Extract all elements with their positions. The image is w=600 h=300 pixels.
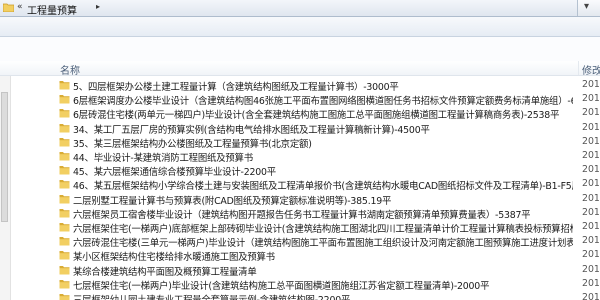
file-modified-date: 2016 [582, 221, 600, 232]
list-item[interactable]: 35、某三层框架结构办公楼图纸及工程量预算书(北京定额) 2016 [0, 135, 600, 150]
folder-icon [59, 109, 70, 118]
file-modified-date: 2016 [582, 235, 600, 247]
breadcrumb-path[interactable]: 工程量预算 [27, 2, 77, 17]
list-item[interactable]: 6层框架调度办公楼毕业设计（含建筑结构图46张施工平面布置图网络图横道图任务书招… [0, 92, 600, 107]
folder-icon [59, 123, 70, 133]
chevron-down-icon: ▾ [584, 1, 590, 12]
file-modified-date: 2016 [582, 93, 600, 105]
address-dropdown-button[interactable]: ▾ [577, 0, 600, 16]
column-header-row: 名称 修改日期 [0, 61, 600, 77]
folder-icon [59, 152, 70, 161]
file-modified-date: 2016 [582, 292, 600, 300]
list-item[interactable]: 某综合楼建筑结构平面图及概预算工程量清单 2016 [0, 263, 600, 278]
folder-icon [59, 95, 70, 104]
file-name: 六层砖混住宅楼(三单元一梯两户)毕业设计（建筑结构图施工平面布置图施工组织设计及… [73, 238, 573, 250]
file-name: 某小区框架结构住宅楼给排水暖通施工图及预算书 [73, 252, 275, 264]
folder-icon [3, 3, 14, 12]
folder-icon [59, 237, 70, 246]
folder-icon [59, 194, 70, 204]
folder-icon [59, 279, 70, 289]
folder-icon [59, 81, 70, 90]
list-item[interactable]: 六层框架员工宿舍楼毕业设计（建筑结构图开题报告任务书工程量计算书湖南定额预算清单… [0, 206, 600, 221]
folder-icon [59, 223, 70, 232]
folder-icon [59, 166, 70, 175]
folder-icon [59, 265, 70, 275]
file-name: 44、毕业设计-某建筑消防工程图纸及预算书 [73, 153, 253, 164]
file-modified-date: 2016 [582, 206, 600, 218]
file-modified-date: 2016 [582, 107, 600, 119]
file-name: 六层框架住宅(一梯两户)底部框架上部砖砌毕业设计(含建筑结构施工图湖北四川工程量… [73, 224, 573, 235]
address-bar[interactable]: « 工程量预算 ▸ ▾ [0, 0, 600, 17]
list-item[interactable]: 6层砖混住宅楼(两单元一梯四户)毕业设计(含全套建筑结构施工图施工总平面图施组横… [0, 106, 600, 121]
toolbar-spacer [0, 37, 600, 61]
folder-icon [59, 294, 70, 300]
file-modified-date: 2016 [582, 150, 600, 161]
file-modified-date: 2016 [582, 79, 600, 90]
file-modified-date: 2016 [582, 249, 600, 261]
folder-icon [59, 251, 70, 260]
command-toolbar [0, 17, 600, 37]
folder-icon [59, 137, 70, 147]
list-item[interactable]: 44、毕业设计-某建筑消防工程图纸及预算书 2016 [0, 149, 600, 164]
file-name: 二层别墅工程量计算书与预算表(附CAD图纸及预算定额标准说明等)-385.19平 [73, 195, 392, 207]
column-header-modified[interactable]: 修改日期 [582, 62, 600, 77]
file-name: 七层框架住宅(一梯两户)毕业设计(含建筑结构施工总平面图横道图施组江苏省定额工程… [73, 280, 490, 292]
file-name: 34、某工厂五层厂房的预算实例(含结构电气给排水图纸及工程量计算稿新计算)-45… [73, 124, 430, 136]
file-name: 6层框架调度办公楼毕业设计（含建筑结构图46张施工平面布置图网络图横道图任务书招… [73, 96, 573, 108]
file-name: 35、某三层框架结构办公楼图纸及工程量预算书(北京定额) [73, 138, 312, 150]
list-item[interactable]: 六层砖混住宅楼(三单元一梯两户)毕业设计（建筑结构图施工平面布置图施工组织设计及… [0, 234, 600, 249]
file-name: 六层框架员工宿舍楼毕业设计（建筑结构图开题报告任务书工程量计算书湖南定额预算清单… [73, 209, 531, 221]
file-name: 5、四层框架办公楼土建工程量计算（含建筑结构图纸及工程量计算书）-3000平 [73, 82, 399, 93]
breadcrumb-overflow[interactable]: « [17, 2, 23, 12]
list-item[interactable]: 七层框架住宅(一梯两户)毕业设计(含建筑结构施工总平面图横道图施组江苏省定额工程… [0, 277, 600, 292]
file-name: 45、某六层框架通信综合楼预算毕业设计-2200平 [73, 167, 276, 179]
list-item[interactable]: 45、某六层框架通信综合楼预算毕业设计-2200平 2016 [0, 163, 600, 178]
file-modified-date: 2016 [582, 192, 600, 204]
folder-icon [59, 208, 70, 218]
list-item[interactable]: 六层框架住宅(一梯两户)底部框架上部砖砌毕业设计(含建筑结构施工图湖北四川工程量… [0, 220, 600, 235]
file-name: 46、某五层框架结构小学综合楼土建与安装图纸及工程清单报价书(含建筑结构水暖电C… [73, 181, 573, 193]
file-modified-date: 2016 [582, 263, 600, 275]
file-name: 三层框架幼儿园土建专业工程量全套算量示例-含建筑结构图-2200平 [73, 292, 350, 300]
file-modified-date: 2016 [582, 277, 600, 289]
file-modified-date: 2016 [582, 178, 600, 190]
list-item[interactable]: 34、某工厂五层厂房的预算实例(含结构电气给排水图纸及工程量计算稿新计算)-45… [0, 121, 600, 136]
file-name: 某综合楼建筑结构平面图及概预算工程量清单 [73, 266, 257, 278]
list-item[interactable]: 二层别墅工程量计算书与预算表(附CAD图纸及预算定额标准说明等)-385.19平… [0, 192, 600, 207]
column-header-name[interactable]: 名称 [60, 62, 80, 77]
list-item[interactable]: 46、某五层框架结构小学综合楼土建与安装图纸及工程清单报价书(含建筑结构水暖电C… [0, 177, 600, 192]
list-item[interactable]: 5、四层框架办公楼土建工程量计算（含建筑结构图纸及工程量计算书）-3000平 20… [0, 78, 600, 93]
breadcrumb-arrow-icon[interactable]: ▸ [96, 2, 100, 11]
file-name: 6层砖混住宅楼(两单元一梯四户)毕业设计(含全套建筑结构施工图施工总平面图施组横… [73, 110, 560, 122]
list-item[interactable]: 某小区框架结构住宅楼给排水暖通施工图及预算书 2016 [0, 248, 600, 263]
column-divider[interactable] [578, 61, 579, 75]
file-modified-date: 2016 [582, 135, 600, 147]
list-item[interactable]: 三层框架幼儿园土建专业工程量全套算量示例-含建筑结构图-2200平 2016 [0, 291, 600, 300]
file-modified-date: 2016 [582, 121, 600, 133]
file-modified-date: 2016 [582, 164, 600, 176]
file-list: 5、四层框架办公楼土建工程量计算（含建筑结构图纸及工程量计算书）-3000平 20… [0, 78, 600, 300]
folder-icon [59, 180, 70, 189]
